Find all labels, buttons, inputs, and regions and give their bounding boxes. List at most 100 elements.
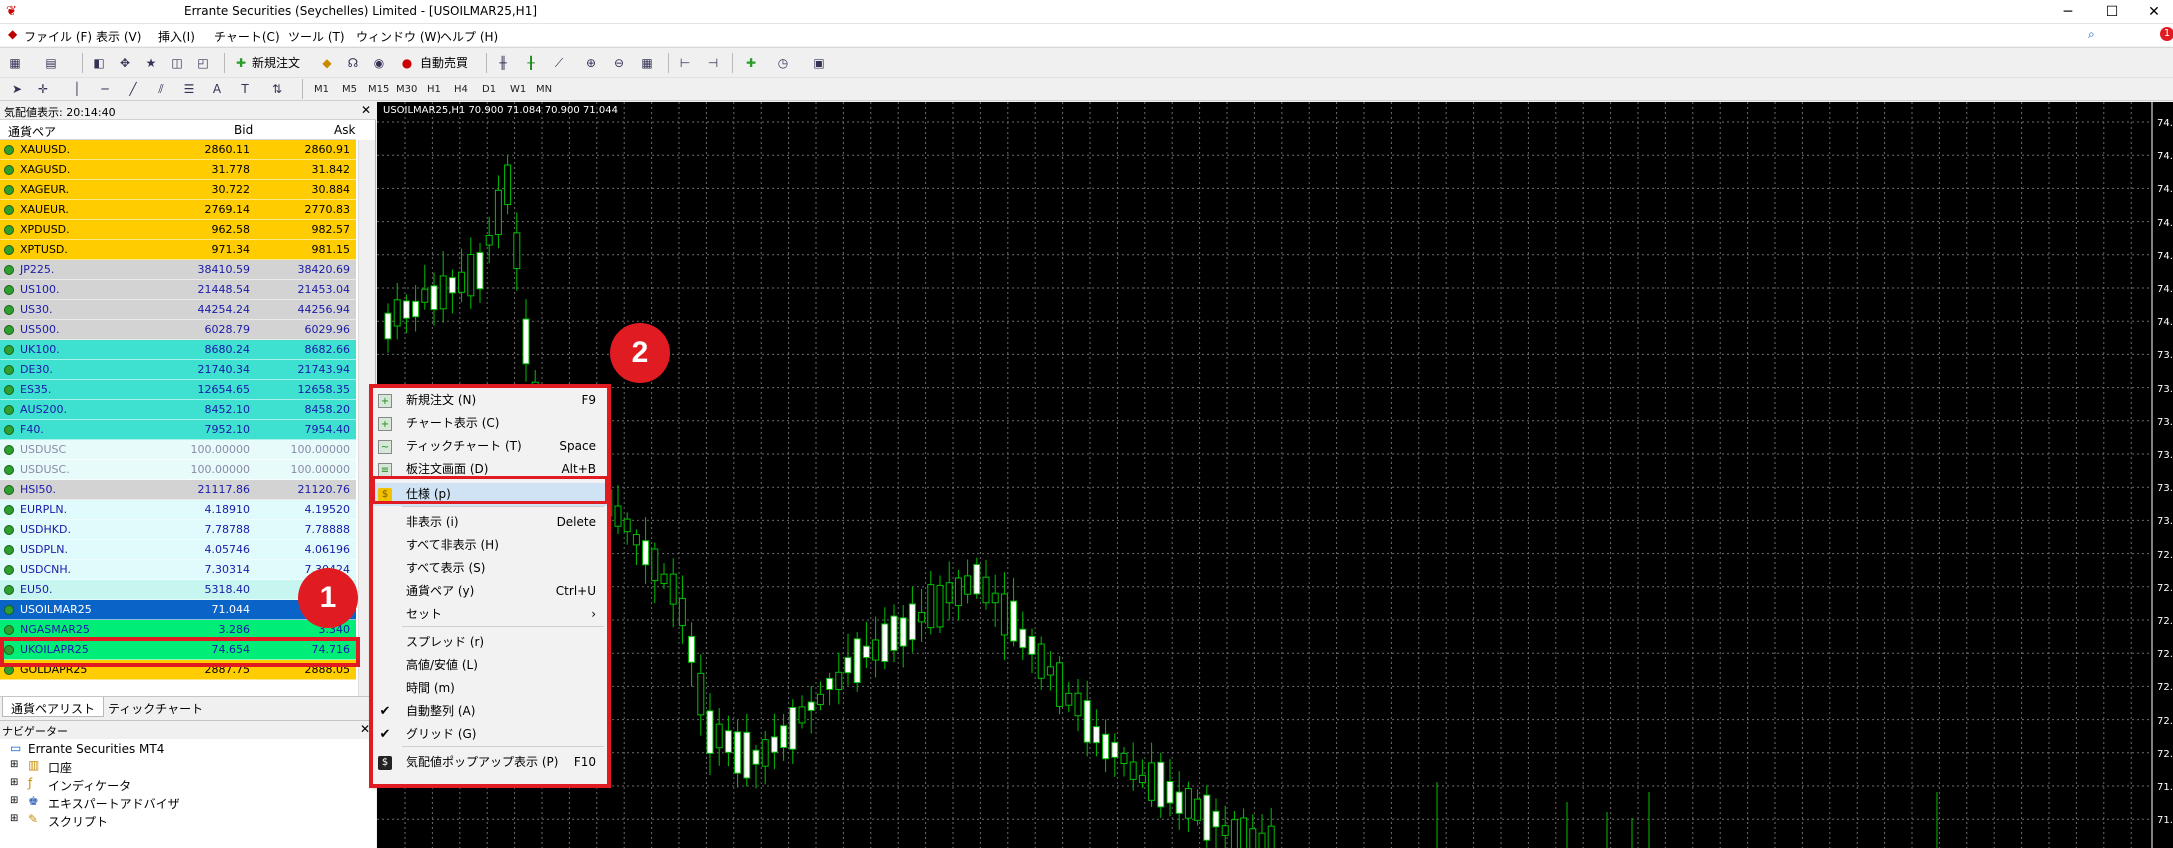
row-ask: 8682.66 [304, 343, 351, 356]
navigator-indicators[interactable]: インディケータ [48, 777, 131, 794]
timeframe-mn[interactable]: MN [536, 81, 552, 99]
market-watch-row[interactable]: XAUEUR. 2769.14 2770.83 [0, 200, 356, 220]
symbol-icon [4, 405, 14, 415]
market-watch-row[interactable]: EURPLN. 4.18910 4.19520 [0, 500, 356, 520]
timeframe-w1[interactable]: W1 [510, 81, 526, 99]
expand-icon[interactable]: ⊞ [10, 813, 18, 824]
zoom-out-icon[interactable]: ⊖ [608, 52, 630, 74]
expand-icon[interactable]: ⊞ [10, 759, 18, 770]
notification-badge[interactable]: 1 [2160, 27, 2173, 41]
timeframe-h1[interactable]: H1 [427, 81, 441, 99]
col-symbol[interactable]: 通貨ペア [8, 123, 56, 140]
market-watch-row[interactable]: XPDUSD. 962.58 982.57 [0, 220, 356, 240]
price-chart[interactable] [377, 102, 2173, 848]
menu-insert[interactable]: 挿入(I) [158, 28, 195, 45]
market-watch-row[interactable]: US100. 21448.54 21453.04 [0, 280, 356, 300]
close-icon[interactable]: ✕ [361, 103, 371, 117]
market-watch-row[interactable]: DE30. 21740.34 21743.94 [0, 360, 356, 380]
text-icon[interactable]: A [206, 78, 228, 100]
bar-chart-icon[interactable]: ╫ [492, 52, 514, 74]
zoom-in-icon[interactable]: ⊕ [580, 52, 602, 74]
channel-icon[interactable]: ⫽ [150, 78, 172, 100]
market-watch-row[interactable]: US30. 44254.24 44256.94 [0, 300, 356, 320]
market-watch-row[interactable]: UK100. 8680.24 8682.66 [0, 340, 356, 360]
market-watch-icon[interactable]: ◧ [88, 52, 110, 74]
menu-tools[interactable]: ツール (T) [288, 28, 345, 45]
child-window-icon[interactable]: ◆ [8, 27, 17, 41]
arrows-icon[interactable]: ⇅ [266, 78, 288, 100]
timeframe-m1[interactable]: M1 [314, 81, 329, 99]
navigator-root[interactable]: Errante Securities MT4 [28, 742, 164, 756]
new-chart-icon[interactable]: ▦ [4, 52, 26, 74]
new-order-button[interactable]: 新規注文 [252, 52, 300, 74]
col-ask[interactable]: Ask [334, 123, 355, 137]
market-watch-row[interactable]: USDHKD. 7.78788 7.78888 [0, 520, 356, 540]
indicators-icon[interactable]: ✚ [740, 52, 762, 74]
col-bid[interactable]: Bid [234, 123, 253, 137]
horizontal-line-icon[interactable]: ─ [94, 78, 116, 100]
timeframe-m30[interactable]: M30 [396, 81, 417, 99]
data-window-icon[interactable]: ✥ [114, 52, 136, 74]
menu-chart[interactable]: チャート(C) [214, 28, 280, 45]
chart-window[interactable]: USOILMAR25,H1 70.900 71.084 70.900 71.04… [377, 102, 2173, 848]
market-watch-row[interactable]: USDCNH.7.303147.30424 [0, 560, 356, 580]
menu-file[interactable]: ファイル (F) [24, 28, 92, 45]
candlestick-icon[interactable]: ╂ [520, 52, 542, 74]
navigator-accounts[interactable]: 口座 [48, 759, 72, 776]
line-chart-icon[interactable]: ⟋ [548, 52, 570, 74]
fibonacci-icon[interactable]: ☰ [178, 78, 200, 100]
market-watch-row[interactable]: USDPLN. 4.05746 4.06196 [0, 540, 356, 560]
meta-editor-icon[interactable]: ◆ [316, 52, 338, 74]
timeframe-m5[interactable]: M5 [342, 81, 357, 99]
signals-icon[interactable]: ☊ [342, 52, 364, 74]
maximize-button[interactable]: ☐ [2092, 2, 2132, 22]
auto-scroll-icon[interactable]: ⊢ [674, 52, 696, 74]
cursor-icon[interactable]: ➤ [6, 78, 28, 100]
market-watch-row[interactable]: F40. 7952.10 7954.40 [0, 420, 356, 440]
navigator-expert-advisors[interactable]: エキスパートアドバイザ [48, 795, 180, 812]
chart-shift-icon[interactable]: ⊣ [702, 52, 724, 74]
crosshair-icon[interactable]: ✛ [32, 78, 54, 100]
new-order-icon[interactable]: ✚ [230, 52, 252, 74]
templates-icon[interactable]: ▣ [808, 52, 830, 74]
market-watch-row[interactable]: USDUSC. 100.00000 100.00000 [0, 460, 356, 480]
market-watch-row[interactable]: HSI50. 21117.86 21120.76 [0, 480, 356, 500]
strategy-tester-icon[interactable]: ◰ [192, 52, 214, 74]
market-watch-row[interactable]: US500. 6028.79 6029.96 [0, 320, 356, 340]
expand-icon[interactable]: ⊞ [10, 795, 18, 806]
text-label-icon[interactable]: T [234, 78, 256, 100]
search-icon[interactable]: ⌕ [2088, 27, 2095, 42]
market-watch-row[interactable]: JP225. 38410.59 38420.69 [0, 260, 356, 280]
timeframe-d1[interactable]: D1 [482, 81, 496, 99]
expand-icon[interactable]: ⊞ [10, 777, 18, 788]
timeframe-h4[interactable]: H4 [454, 81, 468, 99]
symbol-icon [4, 625, 14, 635]
market-watch-row[interactable]: XAGUSD. 31.778 31.842 [0, 160, 356, 180]
tile-windows-icon[interactable]: ▦ [636, 52, 658, 74]
close-button[interactable]: ✕ [2134, 2, 2173, 22]
minimize-button[interactable]: ─ [2048, 2, 2088, 22]
market-icon[interactable]: ◉ [368, 52, 390, 74]
market-watch-row[interactable]: XAGEUR. 30.722 30.884 [0, 180, 356, 200]
market-watch-row[interactable]: ES35. 12654.65 12658.35 [0, 380, 356, 400]
menu-view[interactable]: 表示 (V) [96, 28, 141, 45]
tab-tick-chart[interactable]: ティックチャート [100, 697, 211, 717]
auto-trading-button[interactable]: 自動売買 [420, 52, 468, 74]
auto-trading-icon[interactable]: ● [396, 52, 418, 74]
menu-help[interactable]: ヘルプ (H) [440, 28, 498, 45]
profiles-icon[interactable]: ▤ [40, 52, 62, 74]
navigator-scripts[interactable]: スクリプト [48, 813, 108, 830]
timeframe-m15[interactable]: M15 [368, 81, 389, 99]
row-symbol: USDHKD. [20, 523, 71, 536]
market-watch-row[interactable]: XPTUSD. 971.34 981.15 [0, 240, 356, 260]
trendline-icon[interactable]: ╱ [122, 78, 144, 100]
navigator-icon[interactable]: ★ [140, 52, 162, 74]
menu-window[interactable]: ウィンドウ (W) [356, 28, 441, 45]
periods-icon[interactable]: ◷ [772, 52, 794, 74]
vertical-line-icon[interactable]: │ [66, 78, 88, 100]
market-watch-row[interactable]: XAUUSD. 2860.11 2860.91 [0, 140, 356, 160]
market-watch-row[interactable]: AUS200. 8452.10 8458.20 [0, 400, 356, 420]
tab-symbols[interactable]: 通貨ペアリスト [2, 697, 105, 717]
market-watch-row[interactable]: USDUSC 100.00000 100.00000 [0, 440, 356, 460]
terminal-icon[interactable]: ◫ [166, 52, 188, 74]
